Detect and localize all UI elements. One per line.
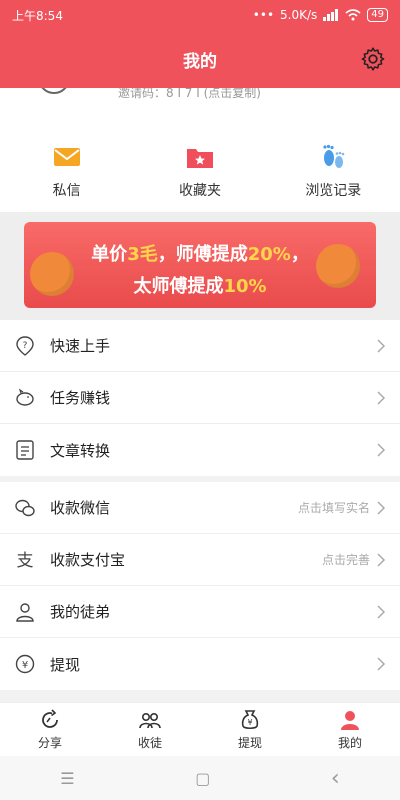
svg-text:支: 支 — [17, 551, 34, 571]
shortcut-messages[interactable]: 私信 — [0, 124, 133, 212]
home-nav-button[interactable]: ▢ — [195, 769, 210, 788]
status-dots: ••• — [252, 8, 275, 22]
invite-code[interactable]: 邀请码：8 I 7 I (点击复制) — [118, 88, 261, 101]
folder-star-icon — [186, 149, 213, 168]
title-bar: 我的 — [0, 30, 400, 88]
shortcut-history[interactable]: 浏览记录 — [267, 124, 400, 212]
tab-share[interactable]: 分享 — [0, 703, 100, 756]
menu-nav-button[interactable]: ☰ — [60, 769, 74, 788]
yen-circle-icon: ¥ — [15, 654, 35, 674]
network-speed: 5.0K/s — [280, 8, 318, 22]
menu-item-label: 收款支付宝 — [50, 551, 126, 569]
shortcuts-bar: 私信 收藏夹 浏览记录 — [0, 124, 400, 212]
svg-text:¥: ¥ — [247, 718, 252, 727]
wechat-icon — [15, 499, 35, 516]
banner-line-1: 单价3毛，师傅提成20%， — [91, 244, 309, 265]
menu-item-wechat[interactable]: 收款微信 点击填写实名 — [0, 482, 400, 534]
shortcut-favorites[interactable]: 收藏夹 — [133, 124, 266, 212]
svg-text:¥: ¥ — [22, 660, 28, 671]
gear-icon[interactable] — [360, 46, 386, 72]
people-icon — [139, 713, 161, 729]
menu-item-label: 任务赚钱 — [50, 389, 111, 407]
page-title: 我的 — [183, 51, 217, 72]
tab-me[interactable]: 我的 — [300, 703, 400, 756]
menu-group-help: ? 快速上手 任务赚钱 文章转换 — [0, 320, 400, 476]
header: 上午8:54 ••• 5.0K/s 49 我的 — [0, 0, 400, 88]
yen-bag-icon: ¥ — [241, 710, 259, 730]
status-bar: 上午8:54 ••• 5.0K/s 49 — [0, 0, 400, 30]
menu-item-tasks[interactable]: 任务赚钱 — [0, 372, 400, 424]
menu-item-withdraw[interactable]: ¥ 提现 — [0, 638, 400, 690]
me-icon — [341, 711, 359, 730]
banner-section: 单价3毛，师傅提成20%， 太师傅提成10% — [0, 212, 400, 320]
back-nav-button[interactable]: ‹ — [331, 766, 340, 791]
alipay-icon: 支 — [17, 551, 34, 571]
document-icon — [16, 440, 34, 460]
shortcut-label: 浏览记录 — [305, 183, 362, 199]
wifi-icon — [345, 9, 361, 21]
tab-withdraw[interactable]: ¥ 提现 — [200, 703, 300, 756]
menu-item-label: 收款微信 — [50, 499, 111, 517]
chevron-right-icon — [377, 338, 386, 353]
tab-label: 提现 — [237, 736, 262, 750]
chevron-right-icon — [377, 443, 386, 457]
menu-item-quick-start[interactable]: ? 快速上手 — [0, 320, 400, 372]
tab-label: 我的 — [337, 736, 362, 750]
menu-item-label: 我的徒弟 — [50, 603, 111, 621]
status-time: 上午8:54 — [12, 8, 63, 23]
chevron-right-icon — [377, 604, 386, 619]
menu-item-hint: 点击完善 — [321, 553, 370, 567]
person-icon — [16, 602, 34, 622]
tab-label: 分享 — [37, 736, 62, 750]
menu-item-hint: 点击填写实名 — [297, 501, 370, 515]
signal-icon — [323, 9, 339, 21]
shortcut-label: 私信 — [52, 183, 81, 199]
avatar[interactable] — [38, 88, 70, 94]
tab-label: 收徒 — [137, 736, 162, 750]
menu-item-label: 快速上手 — [50, 337, 111, 355]
banner-line-2: 太师傅提成10% — [133, 276, 267, 297]
profile-strip: 邀请码：8 I 7 I (点击复制) — [0, 88, 400, 124]
question-pin-icon: ? — [16, 335, 34, 356]
system-nav-bar: ☰ ▢ ‹ — [0, 756, 400, 800]
shortcut-label: 收藏夹 — [178, 183, 221, 199]
chevron-right-icon — [377, 500, 386, 515]
chevron-right-icon — [377, 657, 386, 671]
bottom-tab-bar: 分享 收徒 ¥ 提现 我的 — [0, 702, 400, 756]
chevron-right-icon — [377, 552, 386, 567]
chevron-right-icon — [377, 390, 386, 405]
share-icon — [42, 709, 58, 728]
promo-banner[interactable]: 单价3毛，师傅提成20%， 太师傅提成10% — [24, 222, 376, 308]
menu-item-alipay[interactable]: 支 收款支付宝 点击完善 — [0, 534, 400, 586]
menu-item-label: 提现 — [50, 655, 81, 674]
status-icons: ••• 5.0K/s 49 — [253, 8, 388, 22]
footprints-icon — [323, 144, 345, 168]
battery-indicator: 49 — [367, 8, 388, 22]
menu-group-account: 收款微信 点击填写实名 支 收款支付宝 点击完善 我的徒弟 ¥ 提现 — [0, 482, 400, 690]
menu-item-apprentices[interactable]: 我的徒弟 — [0, 586, 400, 638]
menu-item-label: 文章转换 — [50, 441, 111, 460]
piggy-bank-icon — [16, 388, 34, 406]
svg-text:?: ? — [23, 341, 28, 351]
menu-item-article-convert[interactable]: 文章转换 — [0, 424, 400, 476]
tab-recruit[interactable]: 收徒 — [100, 703, 200, 756]
mail-icon — [53, 148, 80, 166]
